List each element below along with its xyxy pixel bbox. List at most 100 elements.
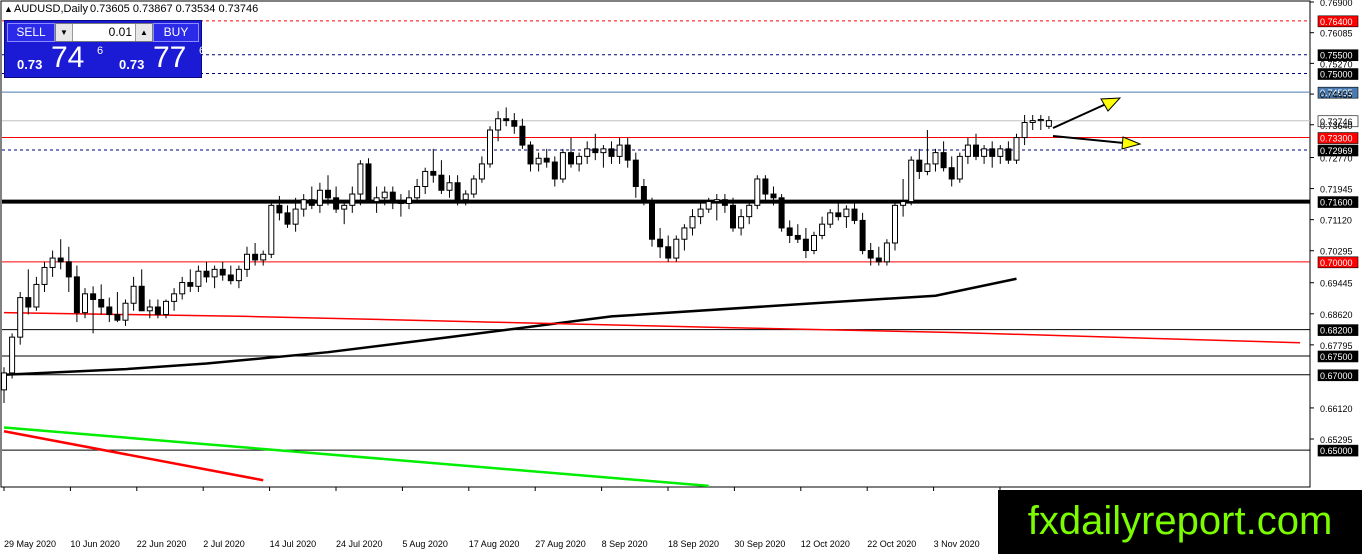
lot-size-field[interactable]: ▼ 0.01 ▲ (55, 23, 153, 42)
bull-candle-body (122, 302, 129, 321)
level-price-label: 0.65000 (1320, 446, 1353, 456)
bull-candle-body (892, 204, 898, 244)
level-price-label: 0.75000 (1320, 70, 1353, 80)
bear-candle-body (454, 182, 461, 201)
bull-candle-body (82, 293, 88, 314)
bear-candle-body (867, 250, 874, 259)
bull-candle-body (195, 270, 202, 287)
sell-price-quote[interactable]: 0.73 74 6 (15, 41, 105, 75)
x-tick-label: 27 Aug 2020 (535, 539, 586, 549)
bear-candle-body (721, 199, 728, 206)
bull-candle-body (316, 189, 323, 206)
bull-candle-body (900, 201, 907, 206)
x-tick-label: 5 Aug 2020 (402, 539, 448, 549)
bear-candle-body (187, 282, 194, 287)
y-tick-label: 0.66120 (1320, 404, 1353, 414)
x-tick-label: 14 Jul 2020 (270, 539, 317, 549)
lot-increase-arrow-icon[interactable]: ▲ (135, 24, 152, 41)
bull-candle-body (49, 257, 56, 268)
bull-candle-body (584, 148, 591, 157)
bear-candle-body (389, 191, 396, 203)
x-tick-label: 29 May 2020 (4, 539, 56, 549)
bull-candle-body (559, 152, 566, 180)
bull-candle-body (171, 293, 178, 302)
bull-candle-body (673, 238, 680, 259)
bear-candle-body (219, 268, 226, 276)
buy-price-fraction: 6 (199, 45, 206, 57)
bear-candle-body (802, 238, 809, 252)
bear-candle-body (640, 186, 647, 203)
bear-candle-body (203, 270, 210, 278)
bear-candle-body (916, 159, 923, 172)
bear-candle-body (527, 144, 534, 165)
bear-candle-body (90, 293, 97, 300)
lot-decrease-arrow-icon[interactable]: ▼ (56, 24, 73, 41)
bear-candle-body (657, 238, 664, 248)
bull-candle-body (163, 300, 169, 316)
bull-candle-body (689, 216, 696, 229)
bull-candle-body (292, 208, 299, 225)
brand-watermark: fxdailyreport.com (998, 490, 1362, 554)
bear-candle-body (778, 197, 785, 229)
bull-candle-body (381, 191, 388, 199)
bull-candle-body (446, 182, 453, 191)
bull-candle-body (1037, 118, 1044, 122)
bear-candle-body (365, 163, 372, 203)
bear-candle-body (948, 167, 955, 180)
bull-candle-body (179, 282, 186, 295)
collapse-triangle-icon[interactable]: ▲ (4, 4, 13, 14)
bull-candle-body (576, 155, 583, 165)
y-tick-label: 0.71945 (1320, 185, 1353, 195)
bear-candle-body (665, 246, 672, 259)
bear-candle-body (835, 212, 842, 218)
y-tick-label: 0.75270 (1320, 59, 1353, 69)
bull-candle-body (705, 201, 712, 210)
y-tick-label: 0.69445 (1320, 279, 1353, 289)
sell-button[interactable]: SELL (7, 23, 55, 42)
bear-candle-body (397, 201, 404, 204)
bear-candle-body (519, 125, 526, 146)
bear-candle-body (276, 204, 283, 214)
bull-candle-body (487, 129, 493, 165)
y-tick-label: 0.71120 (1320, 216, 1352, 226)
sell-price-fraction: 6 (97, 45, 104, 57)
bull-candle-body (811, 234, 817, 252)
bear-candle-body (252, 253, 259, 261)
bear-candle-body (114, 314, 121, 321)
bull-candle-body (414, 186, 421, 199)
bear-candle-body (284, 212, 291, 225)
bear-candle-body (25, 297, 32, 308)
bull-candle-body (495, 118, 502, 131)
price-axis: 0.764000.755000.750000.745050.737460.733… (1310, 0, 1359, 457)
bear-candle-body (543, 157, 550, 163)
x-tick-label: 2 Jul 2020 (203, 539, 245, 549)
bull-candle-body (341, 204, 348, 210)
y-tick-label: 0.76085 (1320, 29, 1353, 39)
y-tick-label: 0.68620 (1320, 310, 1353, 320)
buy-price-quote[interactable]: 0.73 77 6 (117, 41, 206, 75)
y-tick-label: 0.70295 (1320, 247, 1353, 257)
bull-candle-body (827, 212, 834, 225)
level-price-label: 0.67000 (1320, 371, 1353, 381)
bull-candle-body (244, 253, 250, 270)
bull-candle-body (300, 199, 307, 210)
x-tick-label: 12 Oct 2020 (801, 539, 850, 549)
bull-candle-body (406, 197, 412, 204)
bull-candle-body (997, 148, 1004, 157)
bear-candle-body (430, 170, 437, 176)
x-tick-label: 22 Oct 2020 (867, 539, 916, 549)
buy-price-pips: 77 (153, 41, 187, 74)
bear-candle-body (851, 208, 858, 221)
bull-candle-body (1045, 120, 1052, 127)
sell-price-pips: 74 (51, 41, 85, 74)
bear-candle-body (106, 306, 113, 316)
bear-candle-body (1005, 148, 1012, 161)
lot-size-value[interactable]: 0.01 (74, 24, 134, 41)
bear-candle-body (511, 120, 518, 127)
price-chart[interactable]: 0.764000.755000.750000.745050.737460.733… (0, 0, 1362, 554)
bull-candle-body (956, 155, 963, 180)
x-tick-label: 3 Nov 2020 (934, 539, 980, 549)
buy-button[interactable]: BUY (153, 23, 199, 42)
bear-candle-body (770, 193, 777, 199)
bear-candle-body (940, 152, 947, 169)
